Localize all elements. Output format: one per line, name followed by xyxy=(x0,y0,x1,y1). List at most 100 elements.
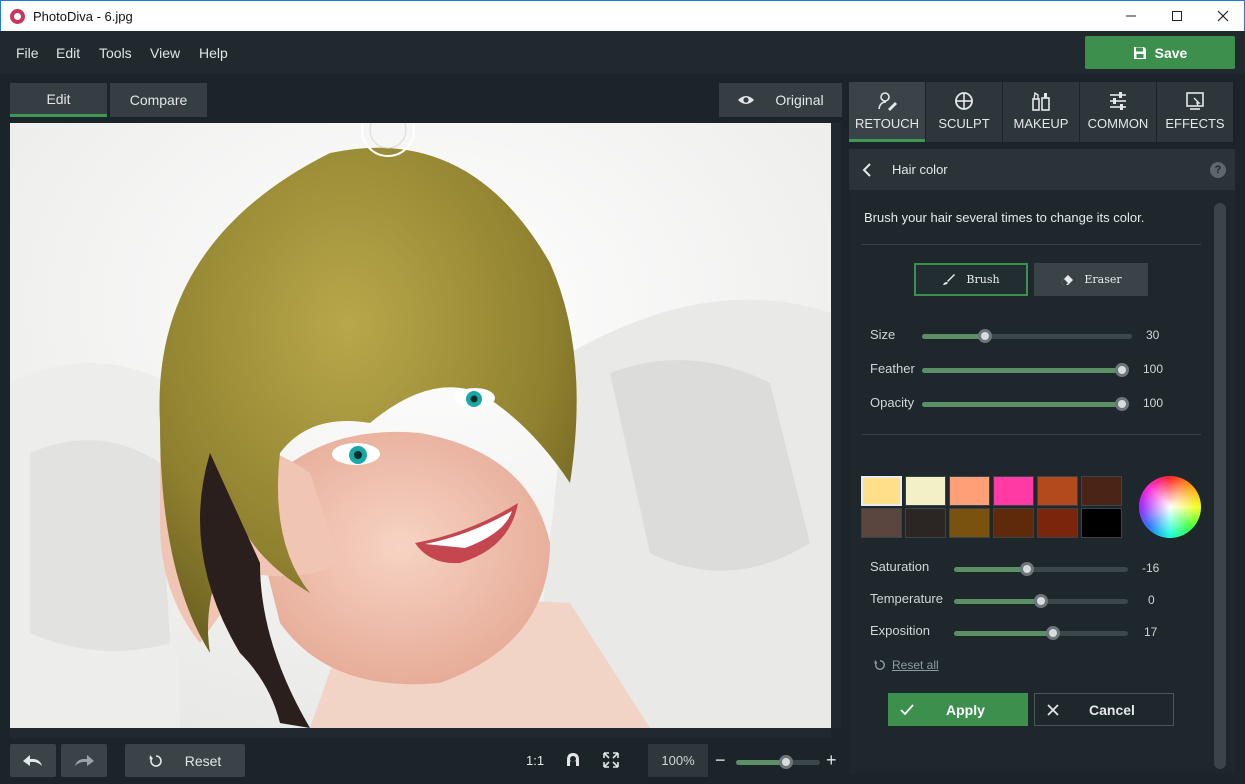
floppy-disk-icon xyxy=(1133,46,1146,59)
size-slider[interactable] xyxy=(922,329,1132,343)
photo-image xyxy=(10,123,831,728)
zoom-slider-thumb[interactable] xyxy=(779,755,794,769)
back-icon[interactable] xyxy=(862,162,872,178)
color-swatch[interactable] xyxy=(949,508,990,538)
tab-retouch[interactable]: RETOUCH xyxy=(849,82,925,142)
makeup-icon xyxy=(1032,91,1050,111)
reset-all-link[interactable]: Reset all xyxy=(874,658,939,672)
temperature-slider-thumb[interactable] xyxy=(1034,594,1048,608)
cancel-label: Cancel xyxy=(1089,701,1135,718)
color-swatch[interactable] xyxy=(905,476,946,506)
exposition-slider[interactable] xyxy=(954,626,1128,640)
save-label: Save xyxy=(1154,44,1188,61)
menu-edit[interactable]: Edit xyxy=(56,45,80,61)
help-icon[interactable]: ? xyxy=(1210,162,1226,178)
reset-label: Reset xyxy=(184,752,222,769)
color-swatch[interactable] xyxy=(861,476,902,506)
original-button[interactable]: Original xyxy=(719,83,842,117)
color-swatch[interactable] xyxy=(993,508,1034,538)
feather-slider-fill xyxy=(922,368,1122,373)
photo-canvas[interactable] xyxy=(10,123,831,728)
maximize-icon xyxy=(1172,11,1182,21)
saturation-slider[interactable] xyxy=(954,562,1128,576)
tab-effects-label: EFFECTS xyxy=(1165,116,1225,131)
menu-tools[interactable]: Tools xyxy=(99,45,132,61)
color-swatch[interactable] xyxy=(1037,508,1078,538)
color-swatch[interactable] xyxy=(1081,508,1122,538)
tab-effects[interactable]: EFFECTS xyxy=(1157,82,1233,142)
redo-icon xyxy=(75,754,94,766)
close-button[interactable] xyxy=(1200,1,1245,31)
retouch-icon xyxy=(878,92,897,111)
color-swatch[interactable] xyxy=(1037,476,1078,506)
color-swatch[interactable] xyxy=(993,476,1034,506)
undo-icon xyxy=(23,754,42,766)
minimize-icon xyxy=(1126,15,1136,17)
redo-button[interactable] xyxy=(61,744,107,777)
canvas-vertical-scrollbar[interactable] xyxy=(831,123,841,728)
color-wheel[interactable] xyxy=(1139,476,1201,538)
zoom-out-button[interactable]: − xyxy=(715,750,726,771)
save-button[interactable]: Save xyxy=(1085,36,1235,69)
close-icon xyxy=(1217,10,1229,22)
effects-icon xyxy=(1186,92,1204,110)
tab-sculpt-label: SCULPT xyxy=(938,116,990,131)
cancel-button[interactable]: Cancel xyxy=(1034,693,1174,726)
color-swatch[interactable] xyxy=(905,508,946,538)
size-slider-thumb[interactable] xyxy=(978,329,992,343)
panel-scrollbar[interactable] xyxy=(1214,203,1226,769)
divider xyxy=(862,244,1201,245)
zoom-in-button[interactable]: + xyxy=(826,750,837,771)
divider xyxy=(862,434,1201,435)
color-swatch[interactable] xyxy=(1081,476,1122,506)
reset-all-label: Reset all xyxy=(892,658,939,672)
brush-mode-button[interactable]: Brush xyxy=(914,263,1028,296)
eraser-mode-button[interactable]: Eraser xyxy=(1034,263,1148,296)
apply-button[interactable]: Apply xyxy=(888,693,1028,726)
undo-button[interactable] xyxy=(10,744,56,777)
tab-common[interactable]: COMMON xyxy=(1080,82,1156,142)
fit-to-screen-icon[interactable] xyxy=(603,752,619,768)
feather-label: Feather xyxy=(870,361,915,376)
tab-retouch-label: RETOUCH xyxy=(854,116,920,131)
help-label: ? xyxy=(1214,164,1222,176)
zoom-level[interactable]: 100% xyxy=(648,744,708,777)
face-detect-icon[interactable] xyxy=(565,752,581,768)
canvas-horizontal-scrollbar[interactable] xyxy=(10,728,831,738)
reset-icon xyxy=(149,754,162,767)
menu-view[interactable]: View xyxy=(150,45,180,61)
tab-sculpt[interactable]: SCULPT xyxy=(926,82,1002,142)
opacity-slider-thumb[interactable] xyxy=(1115,397,1129,411)
maximize-button[interactable] xyxy=(1154,1,1200,31)
color-swatch[interactable] xyxy=(861,508,902,538)
tab-makeup[interactable]: MAKEUP xyxy=(1003,82,1079,142)
saturation-slider-thumb[interactable] xyxy=(1020,562,1035,576)
zoom-slider[interactable] xyxy=(736,755,820,769)
app-logo-icon xyxy=(10,9,25,24)
brush-icon xyxy=(943,273,956,285)
minimize-button[interactable] xyxy=(1108,1,1154,31)
eraser-icon xyxy=(1061,274,1074,285)
opacity-slider[interactable] xyxy=(922,397,1129,411)
sculpt-icon xyxy=(955,92,973,110)
color-swatch[interactable] xyxy=(949,476,990,506)
panel-hint: Brush your hair several times to change … xyxy=(864,210,1145,225)
menu-file[interactable]: File xyxy=(16,45,39,61)
opacity-slider-fill xyxy=(922,402,1122,407)
exposition-label: Exposition xyxy=(870,623,930,638)
size-slider-fill xyxy=(922,334,985,339)
brush-label: Brush xyxy=(966,273,1000,286)
tab-makeup-label: MAKEUP xyxy=(1013,116,1069,131)
reset-icon xyxy=(874,659,885,670)
size-label: Size xyxy=(870,327,896,342)
temperature-slider[interactable] xyxy=(954,594,1128,608)
tab-edit[interactable]: Edit xyxy=(10,83,107,117)
actual-size-button[interactable]: 1:1 xyxy=(526,753,544,768)
original-label: Original xyxy=(775,92,824,108)
reset-button[interactable]: Reset xyxy=(125,744,245,777)
opacity-label: Opacity xyxy=(870,395,915,410)
menu-help[interactable]: Help xyxy=(199,45,228,61)
feather-slider-thumb[interactable] xyxy=(1115,363,1129,377)
tab-compare[interactable]: Compare xyxy=(110,83,207,117)
feather-slider[interactable] xyxy=(922,363,1129,377)
